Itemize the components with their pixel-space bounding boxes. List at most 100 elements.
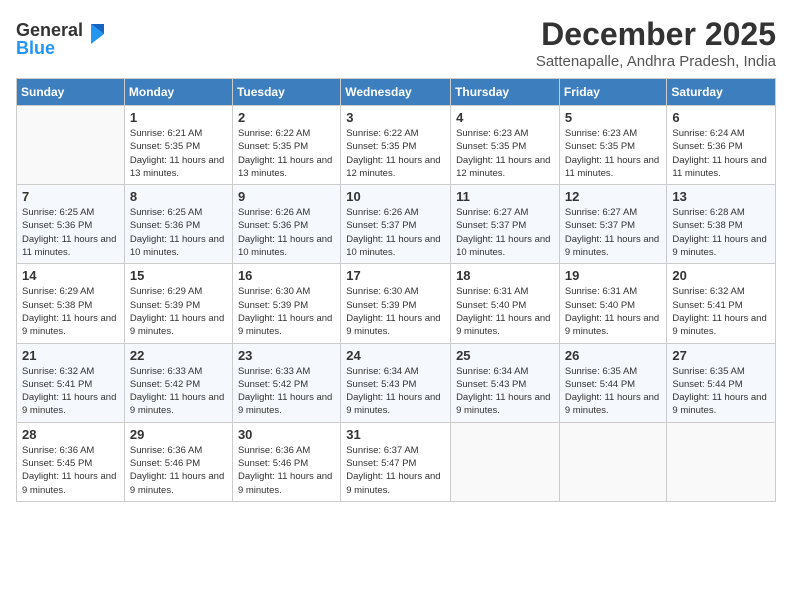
calendar-cell: 27 Sunrise: 6:35 AMSunset: 5:44 PMDaylig… [667, 343, 776, 422]
calendar-cell [559, 422, 667, 501]
day-info: Sunrise: 6:34 AMSunset: 5:43 PMDaylight:… [456, 365, 554, 418]
day-number: 15 [130, 268, 227, 283]
day-info: Sunrise: 6:28 AMSunset: 5:38 PMDaylight:… [672, 206, 770, 259]
header-sunday: Sunday [17, 79, 125, 106]
calendar-cell: 9 Sunrise: 6:26 AMSunset: 5:36 PMDayligh… [232, 185, 340, 264]
day-info: Sunrise: 6:35 AMSunset: 5:44 PMDaylight:… [565, 365, 662, 418]
day-info: Sunrise: 6:33 AMSunset: 5:42 PMDaylight:… [238, 365, 335, 418]
day-number: 2 [238, 110, 335, 125]
calendar-week-3: 21 Sunrise: 6:32 AMSunset: 5:41 PMDaylig… [17, 343, 776, 422]
day-number: 10 [346, 189, 445, 204]
calendar-cell: 25 Sunrise: 6:34 AMSunset: 5:43 PMDaylig… [451, 343, 560, 422]
calendar-cell: 29 Sunrise: 6:36 AMSunset: 5:46 PMDaylig… [124, 422, 232, 501]
day-number: 26 [565, 348, 662, 363]
calendar-table: Sunday Monday Tuesday Wednesday Thursday… [16, 78, 776, 502]
day-number: 20 [672, 268, 770, 283]
day-info: Sunrise: 6:36 AMSunset: 5:46 PMDaylight:… [238, 444, 335, 497]
calendar-week-2: 14 Sunrise: 6:29 AMSunset: 5:38 PMDaylig… [17, 264, 776, 343]
location-title: Sattenapalle, Andhra Pradesh, India [536, 53, 776, 70]
day-number: 27 [672, 348, 770, 363]
day-number: 29 [130, 427, 227, 442]
day-number: 3 [346, 110, 445, 125]
header-wednesday: Wednesday [341, 79, 451, 106]
day-number: 31 [346, 427, 445, 442]
header-saturday: Saturday [667, 79, 776, 106]
day-info: Sunrise: 6:25 AMSunset: 5:36 PMDaylight:… [22, 206, 119, 259]
calendar-cell: 13 Sunrise: 6:28 AMSunset: 5:38 PMDaylig… [667, 185, 776, 264]
day-number: 24 [346, 348, 445, 363]
month-title: December 2025 [536, 16, 776, 53]
calendar-cell: 10 Sunrise: 6:26 AMSunset: 5:37 PMDaylig… [341, 185, 451, 264]
calendar-week-4: 28 Sunrise: 6:36 AMSunset: 5:45 PMDaylig… [17, 422, 776, 501]
calendar-cell: 17 Sunrise: 6:30 AMSunset: 5:39 PMDaylig… [341, 264, 451, 343]
calendar-cell: 26 Sunrise: 6:35 AMSunset: 5:44 PMDaylig… [559, 343, 667, 422]
day-number: 25 [456, 348, 554, 363]
day-info: Sunrise: 6:22 AMSunset: 5:35 PMDaylight:… [346, 127, 445, 180]
day-info: Sunrise: 6:37 AMSunset: 5:47 PMDaylight:… [346, 444, 445, 497]
calendar-cell: 2 Sunrise: 6:22 AMSunset: 5:35 PMDayligh… [232, 106, 340, 185]
calendar-cell: 8 Sunrise: 6:25 AMSunset: 5:36 PMDayligh… [124, 185, 232, 264]
day-info: Sunrise: 6:21 AMSunset: 5:35 PMDaylight:… [130, 127, 227, 180]
calendar-cell: 3 Sunrise: 6:22 AMSunset: 5:35 PMDayligh… [341, 106, 451, 185]
calendar-cell [17, 106, 125, 185]
day-info: Sunrise: 6:36 AMSunset: 5:45 PMDaylight:… [22, 444, 119, 497]
calendar-cell: 11 Sunrise: 6:27 AMSunset: 5:37 PMDaylig… [451, 185, 560, 264]
day-number: 14 [22, 268, 119, 283]
day-number: 11 [456, 189, 554, 204]
day-info: Sunrise: 6:26 AMSunset: 5:36 PMDaylight:… [238, 206, 335, 259]
calendar-cell: 31 Sunrise: 6:37 AMSunset: 5:47 PMDaylig… [341, 422, 451, 501]
day-info: Sunrise: 6:31 AMSunset: 5:40 PMDaylight:… [565, 285, 662, 338]
day-number: 6 [672, 110, 770, 125]
day-info: Sunrise: 6:23 AMSunset: 5:35 PMDaylight:… [565, 127, 662, 180]
day-info: Sunrise: 6:26 AMSunset: 5:37 PMDaylight:… [346, 206, 445, 259]
day-info: Sunrise: 6:33 AMSunset: 5:42 PMDaylight:… [130, 365, 227, 418]
day-info: Sunrise: 6:31 AMSunset: 5:40 PMDaylight:… [456, 285, 554, 338]
calendar-cell: 14 Sunrise: 6:29 AMSunset: 5:38 PMDaylig… [17, 264, 125, 343]
day-info: Sunrise: 6:27 AMSunset: 5:37 PMDaylight:… [565, 206, 662, 259]
calendar-cell: 21 Sunrise: 6:32 AMSunset: 5:41 PMDaylig… [17, 343, 125, 422]
calendar-cell: 19 Sunrise: 6:31 AMSunset: 5:40 PMDaylig… [559, 264, 667, 343]
header-friday: Friday [559, 79, 667, 106]
day-number: 21 [22, 348, 119, 363]
calendar-cell: 23 Sunrise: 6:33 AMSunset: 5:42 PMDaylig… [232, 343, 340, 422]
day-number: 23 [238, 348, 335, 363]
day-info: Sunrise: 6:29 AMSunset: 5:39 PMDaylight:… [130, 285, 227, 338]
calendar-cell: 1 Sunrise: 6:21 AMSunset: 5:35 PMDayligh… [124, 106, 232, 185]
calendar-week-0: 1 Sunrise: 6:21 AMSunset: 5:35 PMDayligh… [17, 106, 776, 185]
logo-svg: General Blue [16, 16, 106, 61]
calendar-cell: 16 Sunrise: 6:30 AMSunset: 5:39 PMDaylig… [232, 264, 340, 343]
day-number: 4 [456, 110, 554, 125]
calendar-cell: 7 Sunrise: 6:25 AMSunset: 5:36 PMDayligh… [17, 185, 125, 264]
calendar-cell: 4 Sunrise: 6:23 AMSunset: 5:35 PMDayligh… [451, 106, 560, 185]
page-header: General Blue December 2025 Sattenapalle,… [16, 16, 776, 70]
day-info: Sunrise: 6:25 AMSunset: 5:36 PMDaylight:… [130, 206, 227, 259]
day-info: Sunrise: 6:27 AMSunset: 5:37 PMDaylight:… [456, 206, 554, 259]
header-tuesday: Tuesday [232, 79, 340, 106]
header-row: Sunday Monday Tuesday Wednesday Thursday… [17, 79, 776, 106]
title-section: December 2025 Sattenapalle, Andhra Prade… [536, 16, 776, 70]
day-info: Sunrise: 6:30 AMSunset: 5:39 PMDaylight:… [346, 285, 445, 338]
day-info: Sunrise: 6:22 AMSunset: 5:35 PMDaylight:… [238, 127, 335, 180]
day-number: 7 [22, 189, 119, 204]
day-number: 22 [130, 348, 227, 363]
day-number: 13 [672, 189, 770, 204]
svg-text:General: General [16, 20, 83, 40]
day-info: Sunrise: 6:34 AMSunset: 5:43 PMDaylight:… [346, 365, 445, 418]
day-number: 19 [565, 268, 662, 283]
day-number: 17 [346, 268, 445, 283]
header-monday: Monday [124, 79, 232, 106]
day-number: 30 [238, 427, 335, 442]
calendar-cell: 28 Sunrise: 6:36 AMSunset: 5:45 PMDaylig… [17, 422, 125, 501]
calendar-cell: 5 Sunrise: 6:23 AMSunset: 5:35 PMDayligh… [559, 106, 667, 185]
calendar-cell: 22 Sunrise: 6:33 AMSunset: 5:42 PMDaylig… [124, 343, 232, 422]
day-info: Sunrise: 6:35 AMSunset: 5:44 PMDaylight:… [672, 365, 770, 418]
calendar-cell: 20 Sunrise: 6:32 AMSunset: 5:41 PMDaylig… [667, 264, 776, 343]
day-info: Sunrise: 6:32 AMSunset: 5:41 PMDaylight:… [22, 365, 119, 418]
day-info: Sunrise: 6:30 AMSunset: 5:39 PMDaylight:… [238, 285, 335, 338]
day-number: 5 [565, 110, 662, 125]
calendar-week-1: 7 Sunrise: 6:25 AMSunset: 5:36 PMDayligh… [17, 185, 776, 264]
day-number: 16 [238, 268, 335, 283]
calendar-cell [667, 422, 776, 501]
calendar-cell: 12 Sunrise: 6:27 AMSunset: 5:37 PMDaylig… [559, 185, 667, 264]
day-info: Sunrise: 6:23 AMSunset: 5:35 PMDaylight:… [456, 127, 554, 180]
